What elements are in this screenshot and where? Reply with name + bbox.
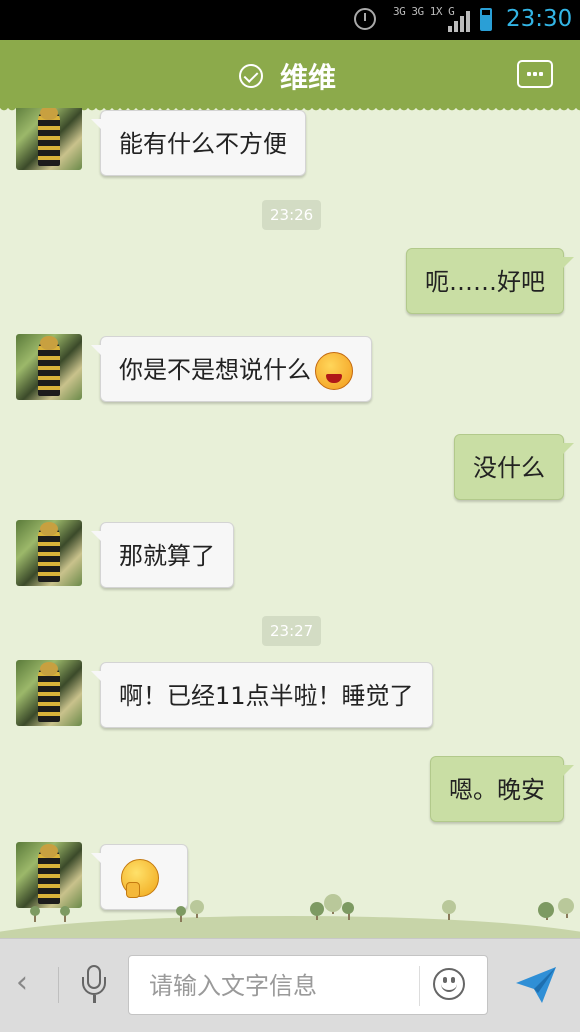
message-input-container[interactable] bbox=[128, 955, 488, 1015]
message-bubble-incoming[interactable]: 你是不是想说什么 bbox=[91, 336, 372, 402]
message-bubble-outgoing[interactable]: 呃……好吧 bbox=[406, 248, 574, 314]
input-bar: ‹ bbox=[0, 938, 580, 1032]
dot-icon bbox=[527, 72, 531, 76]
contact-avatar[interactable] bbox=[16, 108, 82, 170]
microphone-icon[interactable] bbox=[80, 965, 108, 1005]
contact-avatar[interactable] bbox=[16, 660, 82, 726]
send-icon[interactable] bbox=[514, 963, 558, 1007]
message-text: 啊！已经11点半啦！睡觉了 bbox=[119, 682, 414, 710]
status-time: 23:30 bbox=[506, 6, 573, 32]
contact-name[interactable]: 维维 bbox=[280, 56, 336, 96]
dot-icon bbox=[539, 72, 543, 76]
message-text: 呃……好吧 bbox=[425, 268, 545, 296]
contact-avatar[interactable] bbox=[16, 334, 82, 400]
message-bubble-incoming[interactable]: 能有什么不方便 bbox=[91, 110, 306, 176]
divider bbox=[58, 967, 59, 1003]
dot-icon bbox=[533, 72, 537, 76]
more-options-button[interactable] bbox=[517, 60, 553, 88]
message-text: 没什么 bbox=[473, 454, 545, 482]
check-circle-icon bbox=[239, 64, 263, 88]
timestamp: 23:27 bbox=[262, 616, 322, 646]
battery-icon bbox=[480, 8, 492, 31]
chevron-left-icon[interactable]: ‹ bbox=[16, 965, 28, 1000]
contact-avatar[interactable] bbox=[16, 520, 82, 586]
message-list[interactable]: 能有什么不方便 23:26 呃……好吧 你是不是想说什么 没什么 那就算了 23… bbox=[0, 108, 580, 938]
angry-face-emoji-icon bbox=[315, 352, 353, 390]
message-input[interactable] bbox=[147, 970, 411, 1002]
message-bubble-outgoing[interactable]: 没什么 bbox=[454, 434, 574, 500]
signal-icon bbox=[448, 10, 470, 32]
message-bubble-incoming[interactable]: 啊！已经11点半啦！睡觉了 bbox=[91, 662, 433, 728]
network-indicator: 3G 3G 1X G bbox=[393, 5, 455, 18]
message-bubble-incoming[interactable]: 那就算了 bbox=[91, 522, 234, 588]
timestamp: 23:26 bbox=[262, 200, 322, 230]
message-text: 能有什么不方便 bbox=[119, 130, 287, 158]
message-text: 嗯。晚安 bbox=[449, 776, 545, 804]
message-bubble-outgoing[interactable]: 嗯。晚安 bbox=[430, 756, 574, 822]
message-text: 你是不是想说什么 bbox=[119, 356, 311, 384]
alarm-icon bbox=[354, 8, 376, 30]
divider bbox=[419, 966, 420, 1006]
message-text: 那就算了 bbox=[119, 542, 215, 570]
chat-header: 维维 bbox=[0, 40, 580, 114]
status-bar: 3G 3G 1X G 23:30 bbox=[0, 0, 580, 40]
landscape-decoration bbox=[0, 888, 580, 938]
smiley-icon[interactable] bbox=[433, 968, 465, 1000]
